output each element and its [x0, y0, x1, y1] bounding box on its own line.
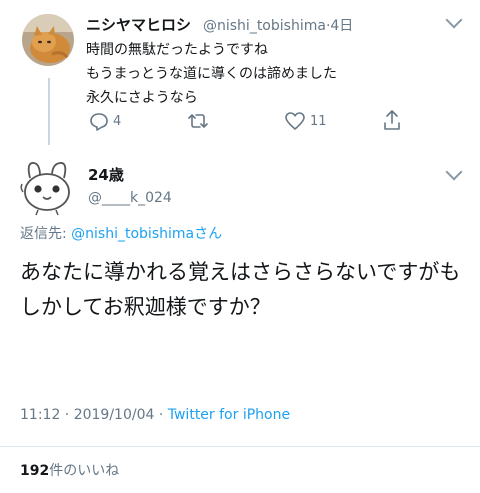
likes-label: 件のいいね: [49, 463, 120, 479]
like-button[interactable]: 11: [284, 111, 327, 131]
cat-avatar-image: [22, 14, 74, 66]
reply-to-link[interactable]: @nishi_tobishima: [71, 226, 194, 242]
parent-tweet-text: 時間の無駄だったようですね もうまっとうな道に導くのは諦めました 永久にさような…: [86, 42, 338, 106]
timestamp: 11:12 · 2019/10/04 ·: [20, 407, 168, 423]
main-tweet-text: あなたに導かれる覚えはさらさらないですがもしかしてお釈迦様ですか？: [20, 260, 461, 319]
divider: [0, 446, 480, 447]
chevron-down-icon[interactable]: [445, 163, 463, 181]
likes-count: 192: [20, 463, 50, 479]
heart-icon: [285, 112, 305, 130]
reply-suffix: さん: [194, 226, 223, 242]
reply-to-line: 返信先: @nishi_tobishimaさん: [20, 223, 222, 243]
parent-time-ago: 4日: [330, 18, 354, 34]
rabbit-avatar-image: [20, 162, 70, 216]
likes-summary[interactable]: 192件のいいね: [20, 460, 119, 480]
thread-connector-line: [48, 78, 50, 145]
parent-display-name[interactable]: ニシヤマヒロシ: [86, 14, 191, 35]
chevron-down-icon[interactable]: [445, 11, 463, 29]
share-icon: [384, 110, 400, 130]
reply-prefix: 返信先:: [20, 226, 72, 242]
avatar[interactable]: [22, 14, 74, 66]
reply-button[interactable]: 4: [89, 111, 121, 131]
avatar[interactable]: [18, 158, 76, 216]
retweet-button[interactable]: [186, 111, 210, 131]
share-button[interactable]: [382, 108, 402, 132]
main-handle[interactable]: @____k_024: [88, 190, 172, 206]
like-count: 11: [310, 113, 327, 129]
parent-handle[interactable]: @nishi_tobishima: [203, 18, 326, 34]
retweet-icon: [188, 114, 208, 128]
main-display-name[interactable]: 24歳: [88, 164, 124, 185]
reply-icon: [90, 113, 108, 131]
parent-handle-line: @nishi_tobishima·4日: [203, 15, 353, 35]
source-link[interactable]: Twitter for iPhone: [168, 407, 290, 423]
reply-count: 4: [113, 113, 122, 129]
tweet-meta: 11:12 · 2019/10/04 · Twitter for iPhone: [20, 407, 290, 423]
